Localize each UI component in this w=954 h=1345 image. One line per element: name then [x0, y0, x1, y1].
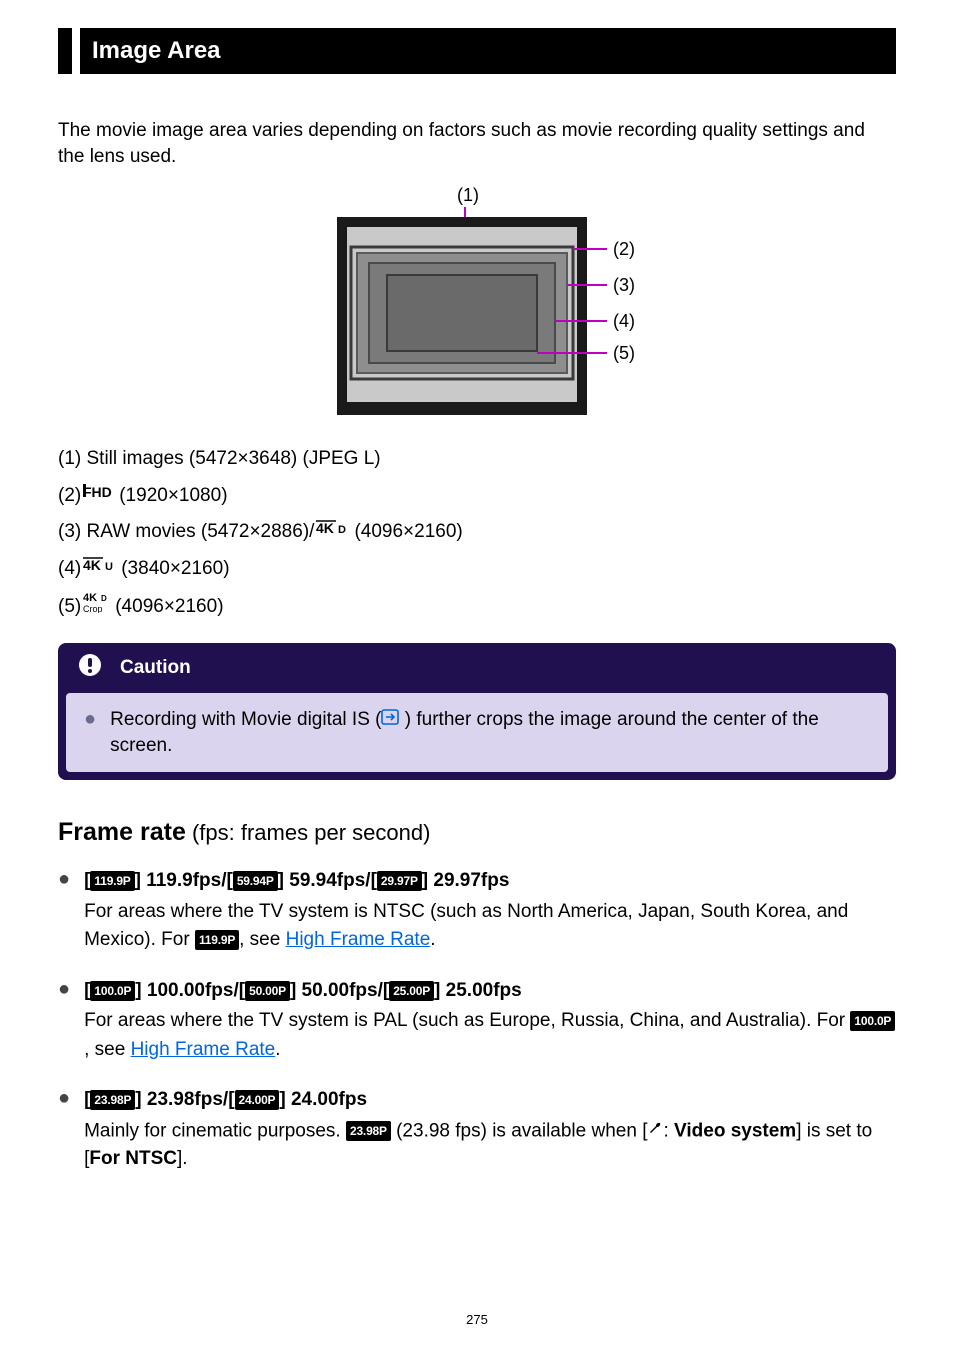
svg-text:U: U	[105, 561, 113, 573]
intro-paragraph: The movie image area varies depending on…	[58, 118, 896, 169]
frame-rate-item: ● [23.98P] 23.98fps/[24.00P] 24.00fps Ma…	[58, 1086, 896, 1174]
svg-text:Crop: Crop	[83, 604, 103, 613]
diagram-label-4: (4)	[613, 311, 635, 331]
frame-rate-line1: [100.0P] 100.00fps/[50.00P] 50.00fps/[25…	[84, 977, 896, 1006]
frame-rate-body: Mainly for cinematic purposes. 23.98P (2…	[84, 1117, 896, 1174]
fps-badge: 119.9P	[195, 930, 239, 950]
svg-text:4K: 4K	[316, 520, 334, 536]
fps-badge: 25.00P	[389, 981, 434, 1001]
heading-text: Image Area	[80, 28, 896, 74]
bullet-dot: ●	[58, 867, 70, 955]
fps-badge: 100.0P	[850, 1011, 895, 1031]
svg-text:4K: 4K	[83, 557, 101, 573]
fps-badge: 59.94P	[233, 871, 278, 891]
bullet-dot: ●	[58, 1086, 70, 1174]
fps-badge: 23.98P	[90, 1090, 135, 1110]
svg-text:D: D	[101, 594, 107, 603]
resolution-item-3: (3) RAW movies (5472×2886)/ 4KD (4096×21…	[58, 518, 896, 547]
diagram-label-3: (3)	[613, 275, 635, 295]
fps-badge: 23.98P	[346, 1121, 391, 1141]
wrench-icon	[647, 1117, 663, 1146]
frame-rate-body: For areas where the TV system is PAL (su…	[84, 1007, 896, 1064]
svg-text:4K: 4K	[83, 592, 97, 604]
4kd-icon: 4K D	[316, 518, 352, 547]
frame-rate-line1: [23.98P] 23.98fps/[24.00P] 24.00fps	[84, 1086, 896, 1115]
svg-text:FHD: FHD	[83, 484, 112, 500]
fps-badge: 24.00P	[235, 1090, 280, 1110]
image-area-diagram: (1) (2) (3) (4) (5)	[58, 185, 896, 431]
diagram-label-2: (2)	[613, 239, 635, 259]
frame-rate-item: ● [119.9P] 119.9fps/[59.94P] 59.94fps/[2…	[58, 867, 896, 955]
caution-box: Caution ● Recording with Movie digital I…	[58, 643, 896, 780]
fps-badge: 50.00P	[245, 981, 290, 1001]
frame-rate-item: ● [100.0P] 100.00fps/[50.00P] 50.00fps/[…	[58, 977, 896, 1065]
fps-badge: 100.0P	[90, 981, 135, 1001]
frame-rate-line1: [119.9P] 119.9fps/[59.94P] 59.94fps/[29.…	[84, 867, 896, 896]
fps-badge: 29.97P	[377, 871, 422, 891]
diagram-label-1: (1)	[457, 185, 479, 205]
fhd-icon: FHD	[83, 482, 117, 511]
resolution-item-1: (1) Still images (5472×3648) (JPEG L)	[58, 445, 896, 474]
caution-title: Caution	[120, 657, 191, 679]
section-heading: Image Area	[58, 28, 896, 74]
fps-badge: 119.9P	[90, 871, 134, 891]
caution-icon	[78, 653, 102, 683]
high-frame-rate-link[interactable]: High Frame Rate	[286, 929, 431, 950]
4ku-icon: 4K U	[83, 555, 119, 584]
bullet-dot: ●	[58, 977, 70, 1065]
resolution-item-4: (4) 4KU (3840×2160)	[58, 555, 896, 584]
caution-ref-link[interactable]	[381, 709, 399, 730]
4kd-crop-icon: 4K DCrop	[83, 591, 113, 623]
frame-rate-body: For areas where the TV system is NTSC (s…	[84, 898, 896, 955]
reference-icon	[381, 707, 399, 733]
bullet-dot: ●	[84, 707, 96, 758]
frame-rate-heading: Frame rate (fps: frames per second)	[58, 818, 896, 847]
high-frame-rate-link[interactable]: High Frame Rate	[131, 1039, 276, 1060]
svg-text:D: D	[338, 524, 346, 536]
diagram-label-5: (5)	[613, 343, 635, 363]
resolution-item-2: (2) FHD (1920×1080)	[58, 482, 896, 511]
caution-text: Recording with Movie digital IS ( ) furt…	[110, 707, 870, 758]
page-number: 275	[0, 1312, 954, 1327]
resolution-item-5: (5) 4KDCrop (4096×2160)	[58, 591, 896, 623]
